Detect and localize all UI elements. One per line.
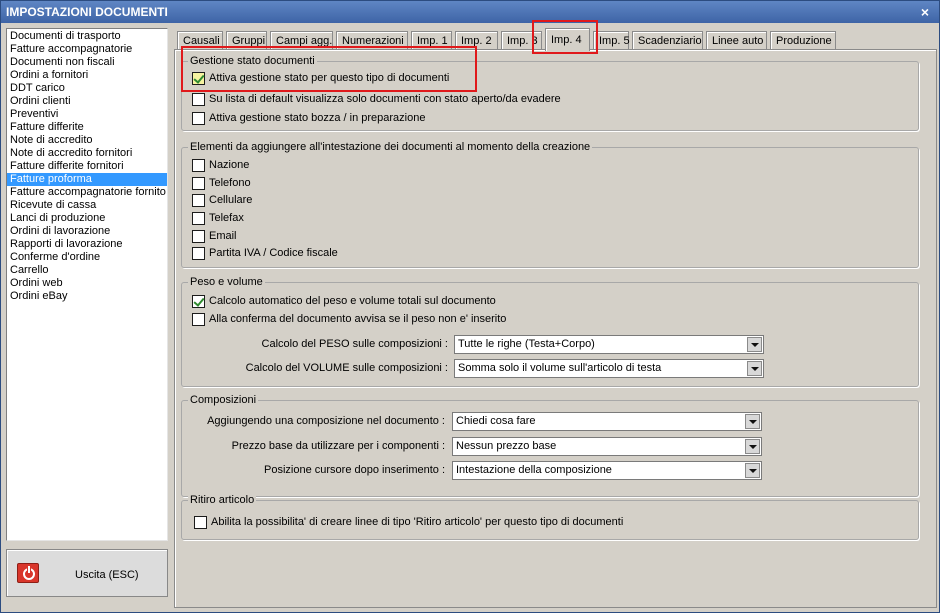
document-type-list[interactable]: Documenti di trasporto Fatture accompagna…	[6, 28, 168, 541]
tab-causali[interactable]: Causali	[177, 31, 223, 50]
tab-numerazioni[interactable]: Numerazioni	[336, 31, 408, 50]
select-value: Intestazione della composizione	[456, 464, 612, 476]
option-label: Nazione	[209, 159, 250, 171]
option-label: Email	[209, 230, 237, 242]
select-aggiungendo-composizione[interactable]: Chiedi cosa fare	[452, 412, 762, 431]
sidebar-item[interactable]: Carrello	[7, 264, 167, 277]
select-value: Chiedi cosa fare	[456, 415, 536, 427]
tab-imp-3[interactable]: Imp. 3	[501, 31, 542, 50]
select-posizione-cursore[interactable]: Intestazione della composizione	[452, 461, 762, 480]
chevron-down-icon[interactable]	[745, 463, 760, 478]
field-label: Prezzo base da utilizzare per i componen…	[231, 440, 445, 452]
select-value: Somma solo il volume sull'articolo di te…	[458, 362, 662, 374]
checkbox[interactable]	[192, 212, 205, 225]
checkbox[interactable]	[192, 194, 205, 207]
sidebar-item[interactable]: Ordini a fornitori	[7, 69, 167, 82]
group-legend: Composizioni	[188, 393, 259, 407]
select-prezzo-base[interactable]: Nessun prezzo base	[452, 437, 762, 456]
tab-content-imp4: Gestione stato documenti Attiva gestione…	[174, 49, 937, 608]
field-label: Posizione cursore dopo inserimento :	[264, 464, 445, 476]
exit-button-label: Uscita (ESC)	[75, 569, 139, 581]
group-legend: Gestione stato documenti	[188, 54, 317, 68]
checkbox[interactable]	[192, 230, 205, 243]
option-label: Cellulare	[209, 194, 253, 206]
tab-imp-5[interactable]: Imp. 5	[593, 31, 630, 50]
field-label: Aggiungendo una composizione nel documen…	[207, 415, 445, 427]
option-label: Alla conferma del documento avvisa se il…	[209, 313, 507, 325]
option-label: Partita IVA / Codice fiscale	[209, 247, 338, 259]
option-label: Telefono	[209, 177, 251, 189]
field-label: Calcolo del PESO sulle composizioni :	[261, 338, 448, 350]
exit-button[interactable]: Uscita (ESC)	[6, 549, 168, 597]
option-label: Su lista di default visualizza solo docu…	[209, 93, 561, 105]
select-value: Tutte le righe (Testa+Corpo)	[458, 338, 595, 350]
group-peso-volume: Peso e volume Calcolo automatico del pes…	[181, 275, 919, 387]
sidebar-item[interactable]: Fatture accompagnatorie	[7, 43, 167, 56]
title-bar: IMPOSTAZIONI DOCUMENTI ×	[1, 1, 939, 23]
sidebar-item[interactable]: Fatture differite	[7, 121, 167, 134]
chevron-down-icon[interactable]	[747, 337, 762, 352]
sidebar-item[interactable]: Lanci di produzione	[7, 212, 167, 225]
checkbox[interactable]	[192, 93, 205, 106]
chevron-down-icon[interactable]	[745, 414, 760, 429]
group-legend: Peso e volume	[188, 275, 265, 289]
checkbox[interactable]	[192, 177, 205, 190]
select-value: Nessun prezzo base	[456, 440, 557, 452]
group-intestazione: Elementi da aggiungere all'intestazione …	[181, 140, 919, 268]
checkbox[interactable]	[192, 72, 205, 85]
group-gestione-stato: Gestione stato documenti Attiva gestione…	[181, 54, 919, 131]
sidebar-item[interactable]: DDT carico	[7, 82, 167, 95]
sidebar-item[interactable]: Ordini eBay	[7, 290, 167, 303]
settings-window: IMPOSTAZIONI DOCUMENTI × Documenti di tr…	[0, 0, 940, 613]
checkbox[interactable]	[192, 247, 205, 260]
sidebar-item[interactable]: Documenti di trasporto	[7, 30, 167, 43]
sidebar-item[interactable]: Documenti non fiscali	[7, 56, 167, 69]
sidebar-item[interactable]: Ordini clienti	[7, 95, 167, 108]
group-legend: Elementi da aggiungere all'intestazione …	[188, 140, 593, 154]
select-calcolo-volume[interactable]: Somma solo il volume sull'articolo di te…	[454, 359, 764, 378]
window-title: IMPOSTAZIONI DOCUMENTI	[6, 5, 168, 19]
tab-linee-auto[interactable]: Linee auto	[706, 31, 767, 50]
checkbox[interactable]	[194, 516, 207, 529]
tab-produzione[interactable]: Produzione	[770, 31, 836, 50]
chevron-down-icon[interactable]	[747, 361, 762, 376]
group-ritiro-articolo: Ritiro articolo Abilita la possibilita' …	[181, 493, 919, 540]
tab-campi-agg[interactable]: Campi agg.	[270, 31, 333, 50]
option-label: Attiva gestione stato bozza / in prepara…	[209, 112, 426, 124]
chevron-down-icon[interactable]	[745, 439, 760, 454]
close-icon[interactable]: ×	[917, 1, 933, 23]
select-calcolo-peso[interactable]: Tutte le righe (Testa+Corpo)	[454, 335, 764, 354]
sidebar-item[interactable]: Ricevute di cassa	[7, 199, 167, 212]
settings-panel: Causali Gruppi Campi agg. Numerazioni Imp. 1…	[174, 20, 937, 608]
sidebar-item[interactable]: Ordini web	[7, 277, 167, 290]
tab-strip: Causali Gruppi Campi agg. Numerazioni Imp. 1…	[174, 28, 937, 51]
checkbox[interactable]	[192, 295, 205, 308]
option-label: Telefax	[209, 212, 244, 224]
power-icon	[17, 563, 39, 583]
tab-imp-1[interactable]: Imp. 1	[411, 31, 452, 50]
option-label: Attiva gestione stato per questo tipo di…	[209, 72, 450, 84]
checkbox[interactable]	[192, 159, 205, 172]
tab-gruppi[interactable]: Gruppi	[226, 31, 267, 50]
checkbox[interactable]	[192, 313, 205, 326]
field-label: Calcolo del VOLUME sulle composizioni :	[245, 362, 448, 374]
tab-imp-2[interactable]: Imp. 2	[455, 31, 498, 50]
sidebar-item[interactable]: Note di accredito fornitori	[7, 147, 167, 160]
option-label: Calcolo automatico del peso e volume tot…	[209, 295, 496, 307]
group-composizioni: Composizioni Aggiungendo una composizion…	[181, 393, 919, 497]
sidebar-item[interactable]: Conferme d'ordine	[7, 251, 167, 264]
option-label: Abilita la possibilita' di creare linee …	[211, 516, 624, 528]
tab-scadenziario[interactable]: Scadenziario	[632, 31, 703, 50]
sidebar-item[interactable]: Ordini di lavorazione	[7, 225, 167, 238]
sidebar-item[interactable]: Note di accredito	[7, 134, 167, 147]
sidebar-item[interactable]: Fatture proforma	[7, 173, 167, 186]
tab-imp-4[interactable]: Imp. 4	[545, 28, 590, 51]
checkbox[interactable]	[192, 112, 205, 125]
sidebar-item[interactable]: Preventivi	[7, 108, 167, 121]
group-legend: Ritiro articolo	[188, 493, 257, 507]
sidebar-item[interactable]: Fatture differite fornitori	[7, 160, 167, 173]
sidebar-item[interactable]: Rapporti di lavorazione	[7, 238, 167, 251]
sidebar-item[interactable]: Fatture accompagnatorie fornito	[7, 186, 167, 199]
